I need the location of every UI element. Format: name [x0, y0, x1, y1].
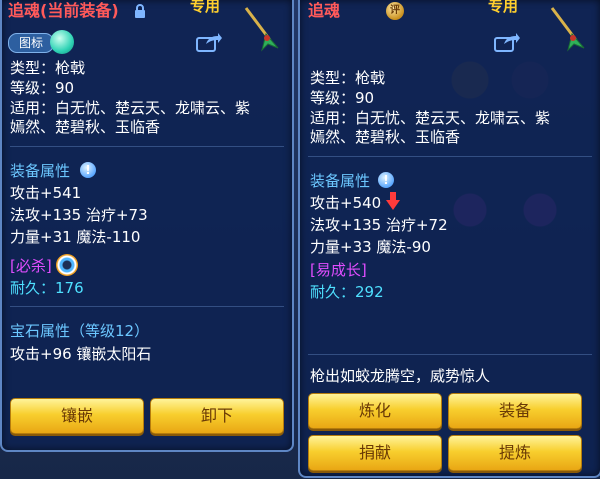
lock-icon	[135, 4, 145, 18]
share-icon[interactable]	[196, 32, 222, 52]
equip-button[interactable]: 装备	[448, 393, 582, 429]
info-icon[interactable]: !	[378, 172, 394, 188]
level-line: 等级：90	[310, 89, 375, 107]
special-tag: [易成长]	[310, 261, 367, 279]
gem-line: 攻击+96 镶嵌太阳石	[10, 345, 152, 363]
magic-line: 法攻+135 治疗+73	[10, 206, 148, 224]
compare-item-tooltip: 追魂 评 专用 类型：枪戟 等级：90 适用：白无忧、楚云天、龙啸云、紫 嫣然、…	[298, 0, 600, 478]
refine-button[interactable]: 炼化	[308, 393, 442, 429]
divider	[308, 156, 592, 157]
info-icon[interactable]: !	[80, 162, 96, 178]
divider	[308, 354, 592, 355]
exclusive-label: 专用	[488, 0, 519, 15]
unequip-button[interactable]: 卸下	[150, 398, 284, 434]
strength-line: 力量+33 魔法-90	[310, 238, 431, 256]
special-tag: [必杀]	[10, 257, 52, 275]
type-line: 类型：枪戟	[310, 69, 386, 87]
durability-line: 耐久：292	[310, 283, 384, 301]
donate-button[interactable]: 捐献	[308, 435, 442, 471]
icon-tag[interactable]: 图标	[8, 33, 54, 53]
extract-button[interactable]: 提炼	[448, 435, 582, 471]
applies-line-1: 适用：白无忧、楚云天、龙啸云、紫	[10, 99, 251, 117]
spear-weapon-icon	[550, 7, 585, 52]
exclusive-label: 专用	[190, 0, 221, 15]
attack-line: 攻击+541	[10, 184, 82, 202]
attributes-header: 装备属性	[10, 162, 71, 180]
attributes-header: 装备属性	[310, 172, 371, 190]
applies-line-1: 适用：白无忧、楚云天、龙啸云、紫	[310, 109, 551, 127]
spear-weapon-icon	[244, 7, 279, 52]
strength-line: 力量+31 魔法-110	[10, 228, 141, 246]
applies-line-2: 嫣然、楚碧秋、玉临香	[10, 118, 161, 136]
type-line: 类型：枪戟	[10, 59, 86, 77]
rating-badge-icon: 评	[386, 2, 404, 20]
level-line: 等级：90	[10, 79, 75, 97]
applies-line-2: 嫣然、楚碧秋、玉临香	[310, 128, 461, 146]
gem-icon	[50, 30, 74, 54]
current-equipment-tooltip: 追魂(当前装备) 专用 图标 类型：枪戟 等级：90 适用：白无忧、楚云天、龙啸…	[0, 0, 294, 452]
divider	[10, 146, 284, 147]
gem-attributes-header: 宝石属性（等级12）	[10, 322, 150, 340]
red-down-arrow-icon	[386, 192, 400, 210]
durability-line: 耐久：176	[10, 279, 84, 297]
divider	[10, 306, 284, 307]
item-title: 追魂(当前装备)	[8, 1, 119, 20]
flavor-text: 枪出如蛟龙腾空，威势惊人	[310, 367, 491, 385]
attack-line: 攻击+540	[310, 194, 382, 212]
share-icon[interactable]	[494, 32, 520, 52]
magic-line: 法攻+135 治疗+72	[310, 216, 448, 234]
item-title: 追魂	[308, 1, 341, 20]
inlay-button[interactable]: 镶嵌	[10, 398, 144, 434]
swirl-skill-icon[interactable]	[56, 254, 78, 276]
